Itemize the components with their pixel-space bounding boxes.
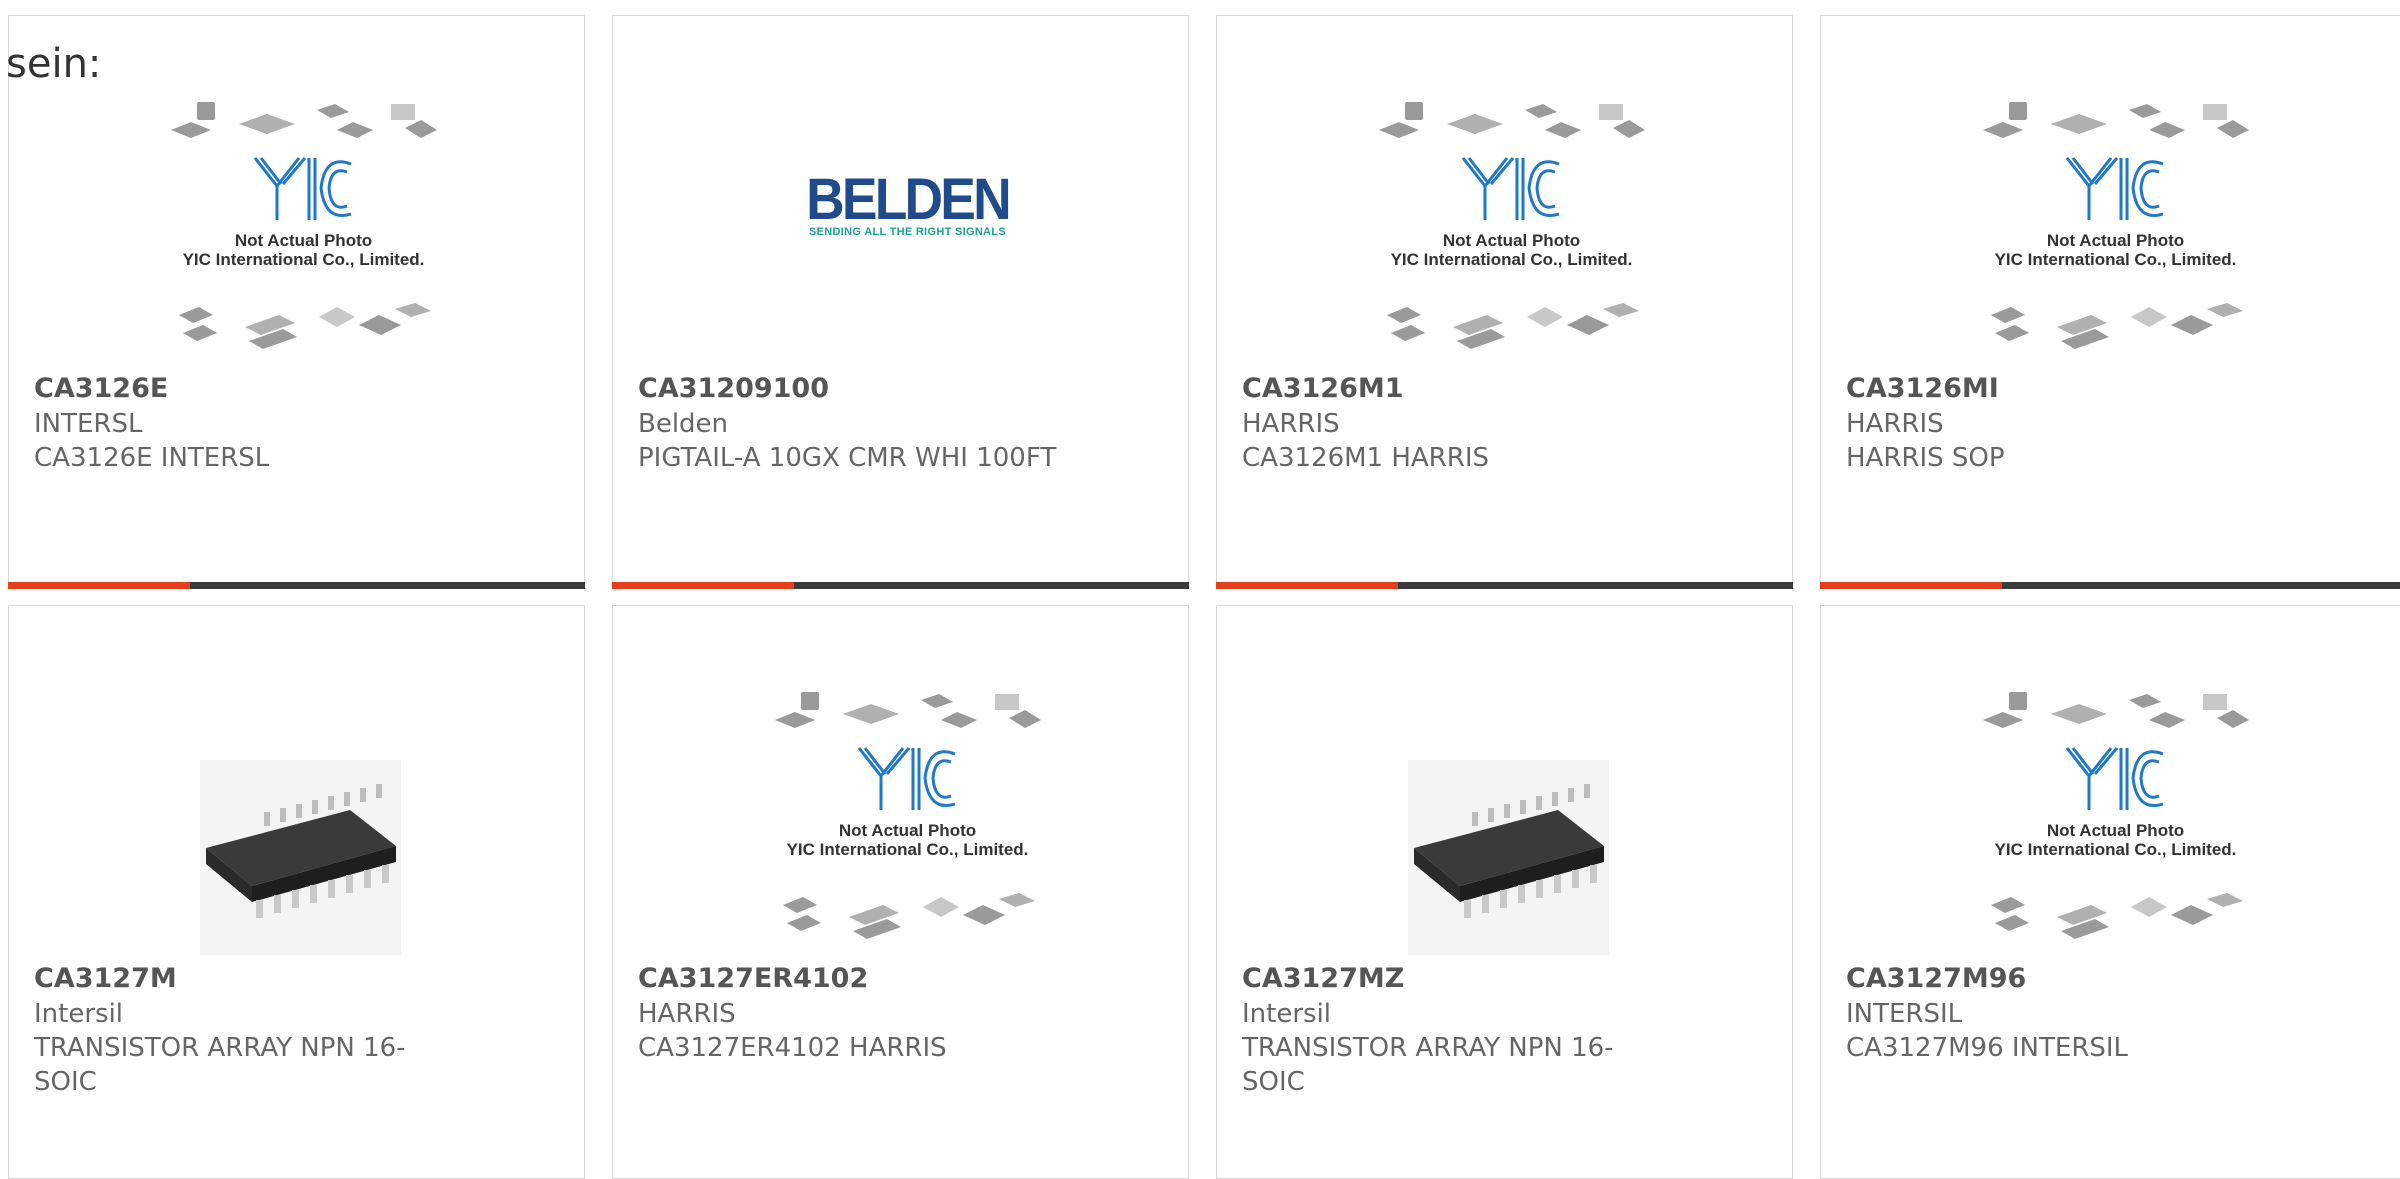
manufacturer: Belden [638,409,729,439]
product-card[interactable]: Not Actual Photo YIC International Co., … [1216,15,1793,589]
soic-chip-icon [200,760,401,955]
description: TRANSISTOR ARRAY NPN 16-SOIC [34,1033,406,1097]
yic-logo-icon [253,157,352,220]
placeholder-company: YIC International Co., Limited. [1390,250,1633,269]
description: CA3127ER4102 HARRIS [638,1033,947,1063]
placeholder-caption: Not Actual Photo [2046,821,2185,840]
yic-logo-icon [2065,157,2164,220]
product-card[interactable]: Not Actual Photo YIC International Co., … [612,605,1189,1179]
placeholder-caption: Not Actual Photo [1442,231,1581,250]
page-text-fragment: sein: [6,41,102,87]
manufacturer: Intersil [34,999,124,1029]
product-card[interactable]: Not Actual Photo YIC International Co., … [1820,15,2400,589]
card-bottom-bar [612,582,1189,589]
manufacturer: Intersil [1242,999,1332,1029]
belden-logo: BELDEN SENDING ALL THE RIGHT SIGNALS [773,167,1042,239]
chip-cluster-icon [179,303,431,349]
description: PIGTAIL-A 10GX CMR WHI 100FT [638,443,1057,473]
manufacturer: HARRIS [1846,409,1944,439]
card-accent [612,582,794,589]
manufacturer: INTERSL [34,409,143,439]
product-image [169,690,438,955]
product-image [1377,690,1646,955]
placeholder-image: Not Actual Photo YIC International Co., … [169,100,438,353]
manufacturer: HARRIS [638,999,736,1029]
manufacturer: HARRIS [1242,409,1340,439]
description: TRANSISTOR ARRAY NPN 16-SOIC [1242,1033,1614,1097]
part-number[interactable]: CA31209100 [638,372,1158,406]
placeholder-company: YIC International Co., Limited. [786,840,1029,859]
card-bottom-bar [1820,582,2400,589]
part-number[interactable]: CA3126MI [1846,372,2366,406]
product-card[interactable]: Not Actual Photo YIC International Co., … [8,15,585,589]
chip-cluster-icon [1983,102,2249,138]
yic-logo-icon [857,747,956,810]
product-card[interactable]: CA3127M Intersil TRANSISTOR ARRAY NPN 16… [8,605,585,1179]
yic-logo-icon [2065,747,2164,810]
placeholder-company: YIC International Co., Limited. [1994,250,2237,269]
description: CA3126E INTERSL [34,443,270,473]
part-number[interactable]: CA3127MZ [1242,962,1762,996]
card-accent [1820,582,2002,589]
description: HARRIS SOP [1846,443,2005,473]
product-card[interactable]: BELDEN SENDING ALL THE RIGHT SIGNALS CA3… [612,15,1189,589]
placeholder-company: YIC International Co., Limited. [182,250,425,269]
placeholder-image: Not Actual Photo YIC International Co., … [773,690,1042,943]
chip-cluster-icon [1991,303,2243,349]
part-number[interactable]: CA3127M [34,962,554,996]
chip-cluster-icon [783,893,1035,939]
card-accent [1216,582,1398,589]
description: CA3126M1 HARRIS [1242,443,1489,473]
placeholder-caption: Not Actual Photo [2046,231,2185,250]
chip-cluster-icon [1387,303,1639,349]
placeholder-image: Not Actual Photo YIC International Co., … [1981,100,2250,353]
chip-cluster-icon [775,692,1041,728]
placeholder-caption: Not Actual Photo [234,231,373,250]
chip-cluster-icon [1983,692,2249,728]
part-number[interactable]: CA3127ER4102 [638,962,1158,996]
manufacturer: INTERSIL [1846,999,1963,1029]
product-card[interactable]: CA3127MZ Intersil TRANSISTOR ARRAY NPN 1… [1216,605,1793,1179]
product-card[interactable]: Not Actual Photo YIC International Co., … [1820,605,2400,1179]
placeholder-image: Not Actual Photo YIC International Co., … [1377,100,1646,353]
chip-cluster-icon [1379,102,1645,138]
placeholder-image: Not Actual Photo YIC International Co., … [1981,690,2250,943]
chip-cluster-icon [1991,893,2243,939]
placeholder-caption: Not Actual Photo [838,821,977,840]
card-bottom-bar [1216,582,1793,589]
card-bottom-bar [8,582,585,589]
description: CA3127M96 INTERSIL [1846,1033,2129,1063]
part-number[interactable]: CA3127M96 [1846,962,2366,996]
part-number[interactable]: CA3126M1 [1242,372,1762,406]
chip-cluster-icon [171,102,437,138]
soic-chip-icon [1408,760,1609,955]
brand-image: BELDEN SENDING ALL THE RIGHT SIGNALS [773,100,1042,353]
placeholder-company: YIC International Co., Limited. [1994,840,2237,859]
card-accent [8,582,190,589]
yic-logo-icon [1461,157,1560,220]
part-number[interactable]: CA3126E [34,372,554,406]
belden-logo-word: BELDEN [806,167,1012,232]
